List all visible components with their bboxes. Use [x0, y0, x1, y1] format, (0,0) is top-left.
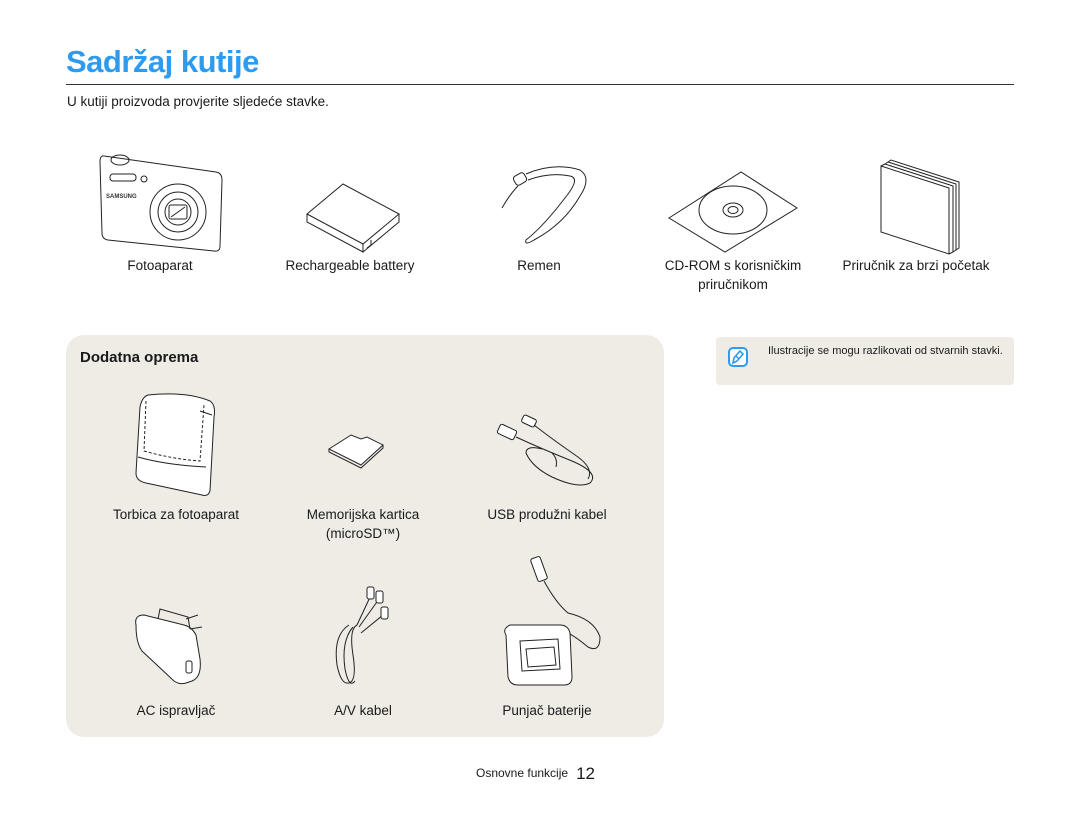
accessory-label: Torbica za fotoaparat — [112, 507, 240, 522]
box-item-label: Priručnik za brzi početak — [842, 258, 990, 273]
box-item-label: CD-ROM s korisničkim priručnikom — [664, 258, 802, 292]
note-pencil-icon — [727, 346, 749, 368]
accessory-label: USB produžni kabel — [487, 507, 607, 522]
microsd-card-icon — [313, 387, 413, 499]
accessory-label: Punjač baterije — [502, 703, 592, 718]
camera-icon: SAMSUNG — [96, 148, 224, 258]
page-number: 12 — [576, 764, 595, 783]
manual-icon — [861, 148, 971, 258]
accessory-usb-cable: USB produžni kabel — [472, 387, 622, 524]
title-divider — [66, 84, 1014, 85]
accessory-label: AC ispravljač — [136, 703, 216, 718]
accessory-ac-adapter: AC ispravljač — [96, 585, 256, 720]
accessory-camera-case: Torbica za fotoaparat — [96, 387, 256, 524]
accessories-title: Dodatna oprema — [80, 349, 199, 366]
camera-case-icon — [126, 387, 226, 499]
box-item-cd-rom: CD-ROM s korisničkim priručnikom — [650, 148, 816, 294]
footer-section: Osnovne funkcije — [476, 766, 569, 780]
battery-icon — [295, 148, 405, 258]
usb-cable-icon — [482, 387, 612, 499]
intro-text: U kutiji proizvoda provjerite sljedeće s… — [67, 94, 329, 109]
page-title: Sadržaj kutije — [66, 44, 259, 79]
svg-text:SAMSUNG: SAMSUNG — [106, 194, 137, 200]
box-item-manual: Priručnik za brzi početak — [826, 148, 1006, 275]
box-item-label: Rechargeable battery — [285, 258, 415, 273]
ac-adapter-icon — [126, 585, 226, 695]
box-item-strap: Remen — [474, 148, 604, 275]
box-item-battery: Rechargeable battery — [272, 148, 428, 275]
box-item-label: Remen — [517, 258, 561, 273]
cd-rom-icon — [663, 148, 803, 258]
accessory-av-cable: A/V kabel — [288, 585, 438, 720]
accessory-label: Memorijska kartica (microSD™) — [306, 507, 420, 541]
accessory-label: A/V kabel — [334, 703, 392, 718]
box-item-label: Fotoaparat — [127, 258, 193, 273]
page-footer: Osnovne funkcije 12 — [476, 764, 595, 784]
accessory-microsd-card: Memorijska kartica (microSD™) — [288, 387, 438, 543]
note-box: Ilustracije se mogu razlikovati od stvar… — [716, 337, 1014, 385]
note-text: Ilustracije se mogu razlikovati od stvar… — [768, 345, 1003, 357]
strap-icon — [484, 148, 594, 258]
box-item-camera: SAMSUNG Fotoaparat — [90, 148, 230, 275]
av-cable-icon — [313, 585, 413, 695]
optional-accessories-panel: Dodatna oprema Torbica za fotoaparat Mem… — [66, 335, 664, 737]
battery-charger-icon — [482, 553, 612, 695]
accessory-battery-charger: Punjač baterije — [472, 553, 622, 720]
